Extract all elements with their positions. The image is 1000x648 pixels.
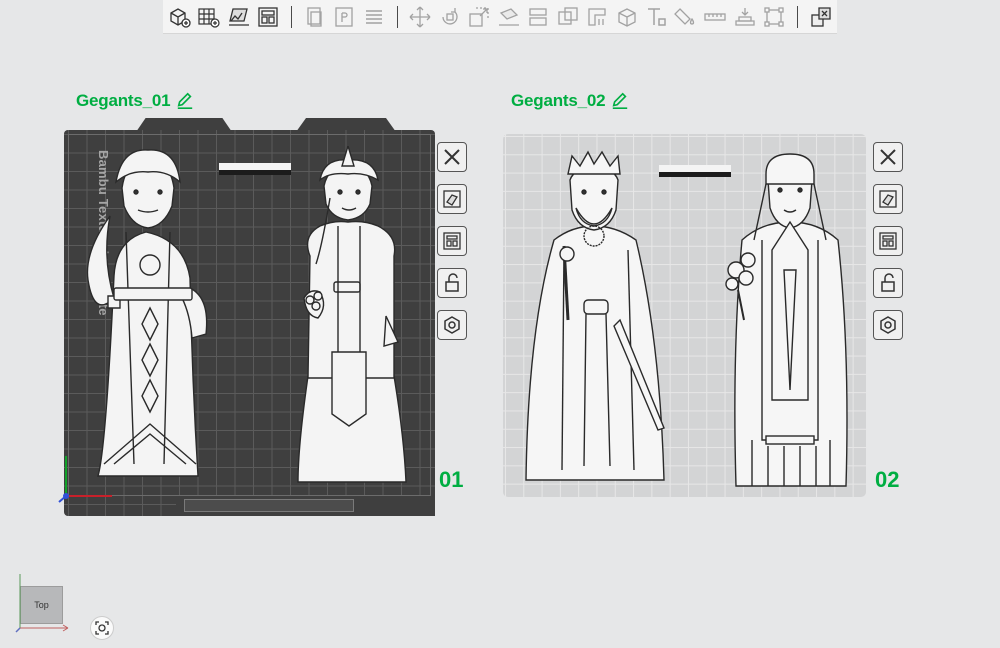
plate-1-number: 01 — [439, 467, 464, 492]
lay-on-face-icon[interactable] — [494, 2, 524, 32]
boolean-icon[interactable] — [553, 2, 583, 32]
plate-type-button[interactable] — [437, 310, 467, 340]
zoom-fit-button[interactable] — [90, 616, 114, 640]
plate-1-footer-bar — [184, 499, 354, 512]
plate-hex-icon — [880, 316, 896, 334]
cut-icon[interactable] — [524, 2, 554, 32]
add-cube-icon[interactable] — [165, 2, 195, 32]
zoom-fit-icon — [95, 621, 109, 635]
plate-settings-button[interactable] — [437, 226, 467, 256]
auto-arrange-button[interactable] — [873, 184, 903, 214]
scale-icon[interactable] — [465, 2, 495, 32]
lock-plate-button[interactable] — [437, 268, 467, 298]
copy-icon[interactable] — [300, 2, 330, 32]
color-paint-icon[interactable] — [671, 2, 701, 32]
edit-pencil-icon[interactable] — [611, 92, 629, 110]
toolbar-separator — [396, 5, 398, 28]
lock-plate-button[interactable] — [873, 268, 903, 298]
arrange-icon[interactable] — [254, 2, 284, 32]
auto-arrange-button[interactable] — [437, 184, 467, 214]
plate-1-slot — [219, 163, 291, 175]
plate-settings-icon — [879, 232, 897, 250]
plate-settings-button[interactable] — [873, 226, 903, 256]
toolbar-separator — [291, 5, 292, 28]
auto-orient-icon[interactable] — [224, 2, 254, 32]
edit-pencil-icon[interactable] — [176, 92, 194, 110]
close-plate-button[interactable] — [437, 142, 467, 172]
close-icon — [444, 149, 460, 165]
measure-icon[interactable] — [701, 2, 731, 32]
giant-figure-model[interactable] — [294, 146, 410, 484]
support-paint-icon[interactable] — [583, 2, 613, 32]
giant-figure-model[interactable] — [524, 150, 666, 484]
assembly-icon[interactable] — [730, 2, 760, 32]
view-cube-axes-icon — [15, 574, 69, 633]
giant-figure-model[interactable] — [86, 148, 214, 480]
plate-2-title[interactable]: Gegants_02 — [511, 91, 629, 111]
giant-figure-model[interactable] — [722, 150, 856, 490]
plate-hex-icon — [444, 316, 460, 334]
close-icon — [880, 149, 896, 165]
paste-icon[interactable] — [330, 2, 360, 32]
close-plate-button[interactable] — [873, 142, 903, 172]
plate-1-title[interactable]: Gegants_01 — [76, 91, 194, 111]
plate-1-name: Gegants_01 — [76, 91, 171, 110]
bounding-box-icon[interactable] — [760, 2, 790, 32]
toolbar-separator — [797, 5, 798, 28]
move-icon[interactable] — [406, 2, 436, 32]
text-icon[interactable] — [642, 2, 672, 32]
add-plate-icon[interactable] — [195, 2, 225, 32]
rotate-icon[interactable] — [435, 2, 465, 32]
plate-settings-icon — [443, 232, 461, 250]
split-objects-icon[interactable] — [806, 2, 836, 32]
main-toolbar — [163, 0, 837, 34]
lock-icon — [881, 273, 895, 292]
plate-2-slot — [659, 165, 731, 177]
layers-icon[interactable] — [359, 2, 389, 32]
plate-2-name: Gegants_02 — [511, 91, 606, 110]
seam-paint-icon[interactable] — [612, 2, 642, 32]
plate-2-number: 02 — [875, 467, 900, 492]
auto-arrange-icon — [443, 190, 461, 208]
lock-icon — [445, 273, 459, 292]
plate-type-button[interactable] — [873, 310, 903, 340]
origin-axes-icon — [58, 456, 112, 503]
auto-arrange-icon — [879, 190, 897, 208]
